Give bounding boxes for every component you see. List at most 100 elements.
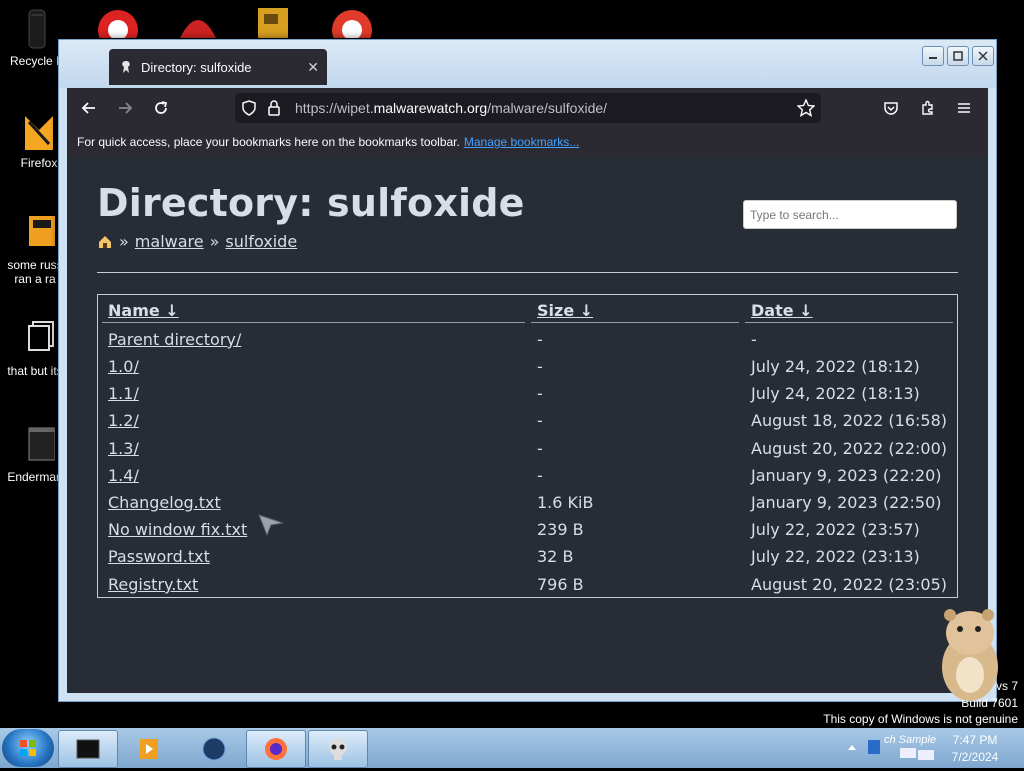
file-link[interactable]: Parent directory/ [108, 330, 241, 349]
file-link[interactable]: 1.2/ [108, 411, 139, 430]
file-size: 32 B [537, 547, 574, 566]
breadcrumb-separator: » [209, 232, 220, 251]
file-size: - [537, 330, 543, 349]
manage-bookmarks-link[interactable]: Manage bookmarks... [464, 135, 579, 149]
table-row: Parent directory/ - - [98, 326, 957, 353]
desktop-shortcut-icon[interactable] [330, 8, 374, 50]
file-date: January 9, 2023 (22:20) [751, 466, 942, 485]
table-header: Name ↓ Size ↓ Date ↓ [98, 295, 957, 324]
file-link[interactable]: 1.3/ [108, 439, 139, 458]
bookmark-star-icon[interactable] [797, 99, 815, 117]
desktop-shortcut-icon[interactable] [254, 6, 298, 38]
taskbar-app-skull[interactable] [308, 730, 368, 768]
file-link[interactable]: 1.1/ [108, 384, 139, 403]
desktop-shortcut-icon[interactable] [96, 8, 140, 50]
address-bar[interactable]: https://wipet.malwarewatch.org/malware/s… [235, 93, 821, 123]
file-size: - [537, 357, 543, 376]
file-size: 1.6 KiB [537, 493, 594, 512]
header-underline [745, 322, 953, 323]
window-stack-icon [15, 318, 55, 360]
tray-text: ch Sample [884, 734, 936, 746]
divider [97, 272, 958, 273]
breadcrumb-sulfoxide[interactable]: sulfoxide [225, 232, 297, 251]
back-arrow-icon [81, 102, 95, 114]
bookmarks-toolbar: For quick access, place your bookmarks h… [67, 128, 988, 157]
taskbar-app-firefox[interactable] [246, 730, 306, 768]
url-path: /malware/sulfoxide/ [487, 100, 608, 116]
taskbar-clock[interactable]: 7:47 PM 7/2/2024 [940, 732, 1010, 766]
reload-button[interactable] [149, 96, 173, 120]
table-row: 1.1/ - July 24, 2022 (18:13) [98, 380, 957, 407]
network-icon[interactable] [898, 746, 938, 764]
lock-icon[interactable] [267, 99, 281, 117]
desktop-shortcut-icon[interactable] [176, 8, 220, 38]
back-button[interactable] [77, 96, 101, 120]
mouse-cursor-icon [258, 514, 284, 537]
file-link[interactable]: 1.4/ [108, 466, 139, 485]
directory-table: Name ↓ Size ↓ Date ↓ Parent directory/ - -… [97, 294, 958, 598]
hamster-sticker-icon [942, 609, 998, 701]
taskbar-app-media[interactable] [120, 730, 180, 768]
column-header-date[interactable]: Date ↓ [751, 301, 813, 320]
file-date: July 24, 2022 (18:12) [751, 357, 920, 376]
maximize-icon [953, 51, 963, 61]
url-text: https://wipet.malwarewatch.org/malware/s… [295, 100, 607, 116]
file-date: July 22, 2022 (23:57) [751, 520, 920, 539]
recycle-bin-icon [17, 8, 57, 50]
minimize-button[interactable] [922, 46, 944, 66]
pocket-icon [884, 102, 898, 115]
close-icon [978, 51, 988, 61]
menu-button[interactable] [952, 96, 976, 120]
header-underline [531, 322, 739, 323]
file-link[interactable]: Changelog.txt [108, 493, 221, 512]
file-link[interactable]: Registry.txt [108, 575, 198, 594]
file-link[interactable]: No window fix.txt [108, 520, 247, 539]
window-controls [922, 46, 994, 66]
folder-icon [15, 212, 55, 254]
shield-icon[interactable] [241, 100, 257, 116]
minimize-icon [929, 57, 937, 59]
table-row: 1.0/ - July 24, 2022 (18:12) [98, 353, 957, 380]
file-date: August 20, 2022 (23:05) [751, 575, 948, 594]
file-link[interactable]: 1.0/ [108, 357, 139, 376]
table-row: Registry.txt 796 B August 20, 2022 (23:05) [98, 571, 957, 598]
terminal-icon [76, 739, 100, 759]
close-window-button[interactable] [972, 46, 994, 66]
browser-frame: https://wipet.malwarewatch.org/malware/s… [67, 88, 988, 693]
search-input[interactable] [743, 200, 957, 229]
bookmarks-hint: For quick access, place your bookmarks h… [77, 135, 460, 149]
column-header-name[interactable]: Name ↓ [108, 301, 179, 320]
start-button[interactable] [2, 729, 54, 767]
file-size: - [537, 466, 543, 485]
maximize-button[interactable] [947, 46, 969, 66]
tab-close-icon[interactable]: ✕ [307, 59, 319, 76]
file-size: - [537, 439, 543, 458]
pocket-button[interactable] [879, 96, 903, 120]
file-link[interactable]: Password.txt [108, 547, 210, 566]
taskbar-app-terminal[interactable] [58, 730, 118, 768]
breadcrumb-separator: » [119, 232, 129, 251]
firefox-icon [19, 110, 59, 152]
page-title: Directory: sulfoxide [97, 181, 525, 225]
browser-tab[interactable]: Directory: sulfoxide ✕ [109, 49, 327, 85]
forward-button[interactable] [113, 96, 137, 120]
extensions-button[interactable] [916, 96, 940, 120]
tray-expand-icon[interactable] [846, 742, 858, 754]
breadcrumb-malware[interactable]: malware [135, 232, 204, 251]
file-date: August 18, 2022 (16:58) [751, 411, 948, 430]
file-date: July 22, 2022 (23:13) [751, 547, 920, 566]
home-icon[interactable] [97, 234, 113, 250]
tray-app-icon[interactable] [866, 738, 882, 756]
taskbar-app-globe[interactable] [184, 730, 244, 768]
page-content: Directory: sulfoxide » malware » sulfoxi… [67, 156, 988, 693]
url-prefix: https://wipet. [295, 100, 374, 116]
file-size: 239 B [537, 520, 584, 539]
file-date: August 20, 2022 (22:00) [751, 439, 948, 458]
not-genuine-notice: This copy of Windows is not genuine [823, 712, 1018, 726]
reload-icon [155, 101, 168, 114]
table-row: 1.4/ - January 9, 2023 (22:20) [98, 462, 957, 489]
browser-window: Directory: sulfoxide ✕ https://wipet.mal… [58, 39, 997, 702]
file-size: 796 B [537, 575, 584, 594]
tab-title: Directory: sulfoxide [141, 59, 252, 75]
column-header-size[interactable]: Size ↓ [537, 301, 593, 320]
